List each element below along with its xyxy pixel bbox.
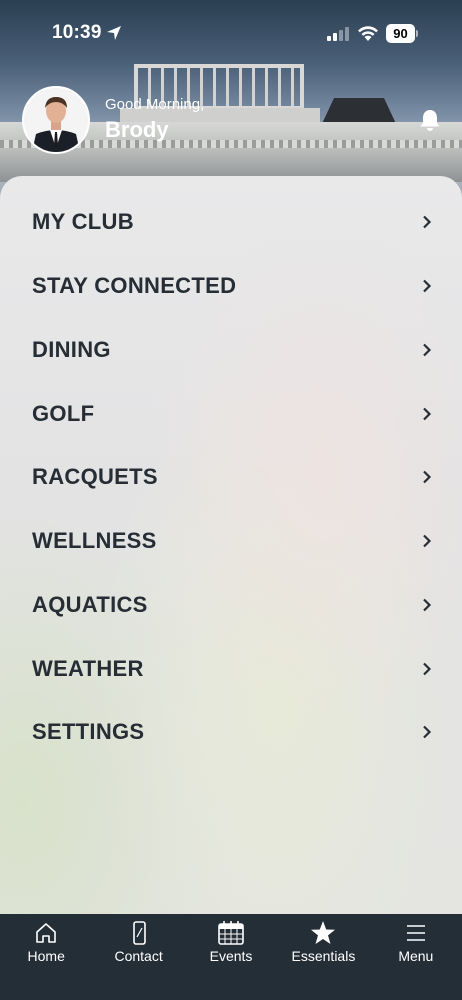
user-name: Brody bbox=[105, 117, 169, 142]
tab-essentials[interactable]: Essentials bbox=[277, 914, 369, 1000]
menu-item-label: DINING bbox=[32, 337, 111, 362]
calendar-icon bbox=[218, 921, 244, 945]
tab-home[interactable]: Home bbox=[0, 914, 92, 1000]
status-bar: 10:39 90 bbox=[0, 0, 462, 68]
status-time: 10:39 bbox=[52, 22, 102, 43]
menu-item-label: RACQUETS bbox=[32, 464, 158, 489]
chevron-right-icon bbox=[423, 215, 432, 229]
menu-item-label: AQUATICS bbox=[32, 592, 148, 617]
battery-level: 90 bbox=[386, 24, 415, 43]
menu-item-label: STAY CONNECTED bbox=[32, 273, 237, 298]
notification-bell-icon[interactable] bbox=[419, 108, 441, 132]
chevron-right-icon bbox=[423, 470, 432, 484]
greeting-text: Good Morning, bbox=[105, 96, 205, 113]
cellular-signal-icon bbox=[327, 26, 351, 41]
menu-item-label: GOLF bbox=[32, 401, 95, 426]
menu-item-label: WEATHER bbox=[32, 656, 144, 681]
menu-item-aquatics[interactable]: AQUATICS bbox=[0, 577, 462, 633]
chevron-right-icon bbox=[423, 662, 432, 676]
chevron-right-icon bbox=[423, 407, 432, 421]
chevron-right-icon bbox=[423, 534, 432, 548]
tab-events[interactable]: Events bbox=[185, 914, 277, 1000]
tab-menu[interactable]: Menu bbox=[370, 914, 462, 1000]
menu-panel: MY CLUB STAY CONNECTED DINING GOLF RACQU… bbox=[0, 176, 462, 914]
menu-item-racquets[interactable]: RACQUETS bbox=[0, 449, 462, 505]
star-icon bbox=[311, 921, 336, 944]
chevron-right-icon bbox=[423, 598, 432, 612]
chevron-right-icon bbox=[423, 725, 432, 739]
phone-icon bbox=[132, 921, 146, 945]
wifi-icon bbox=[358, 26, 378, 41]
menu-item-label: WELLNESS bbox=[32, 528, 157, 553]
menu-item-golf[interactable]: GOLF bbox=[0, 386, 462, 442]
menu-item-weather[interactable]: WEATHER bbox=[0, 641, 462, 697]
tab-label: Menu bbox=[398, 948, 434, 964]
avatar-image bbox=[24, 88, 88, 152]
tab-label: Essentials bbox=[291, 948, 356, 964]
chevron-right-icon bbox=[423, 279, 432, 293]
tab-label: Contact bbox=[114, 948, 163, 964]
menu-item-stay-connected[interactable]: STAY CONNECTED bbox=[0, 258, 462, 314]
menu-item-dining[interactable]: DINING bbox=[0, 322, 462, 378]
menu-item-label: SETTINGS bbox=[32, 719, 145, 744]
menu-item-wellness[interactable]: WELLNESS bbox=[0, 513, 462, 569]
location-arrow-icon bbox=[107, 26, 121, 40]
hamburger-icon bbox=[406, 925, 425, 941]
menu-item-label: MY CLUB bbox=[32, 209, 134, 234]
chevron-right-icon bbox=[423, 343, 432, 357]
avatar[interactable] bbox=[22, 86, 90, 154]
bottom-tab-bar: Home Contact Events Essentials Menu bbox=[0, 914, 462, 1000]
menu-item-my-club[interactable]: MY CLUB bbox=[0, 194, 462, 250]
tab-label: Events bbox=[209, 948, 253, 964]
home-icon bbox=[36, 923, 57, 943]
battery-indicator: 90 bbox=[386, 24, 418, 43]
tab-label: Home bbox=[27, 948, 65, 964]
tab-contact[interactable]: Contact bbox=[92, 914, 184, 1000]
menu-item-settings[interactable]: SETTINGS bbox=[0, 704, 462, 760]
